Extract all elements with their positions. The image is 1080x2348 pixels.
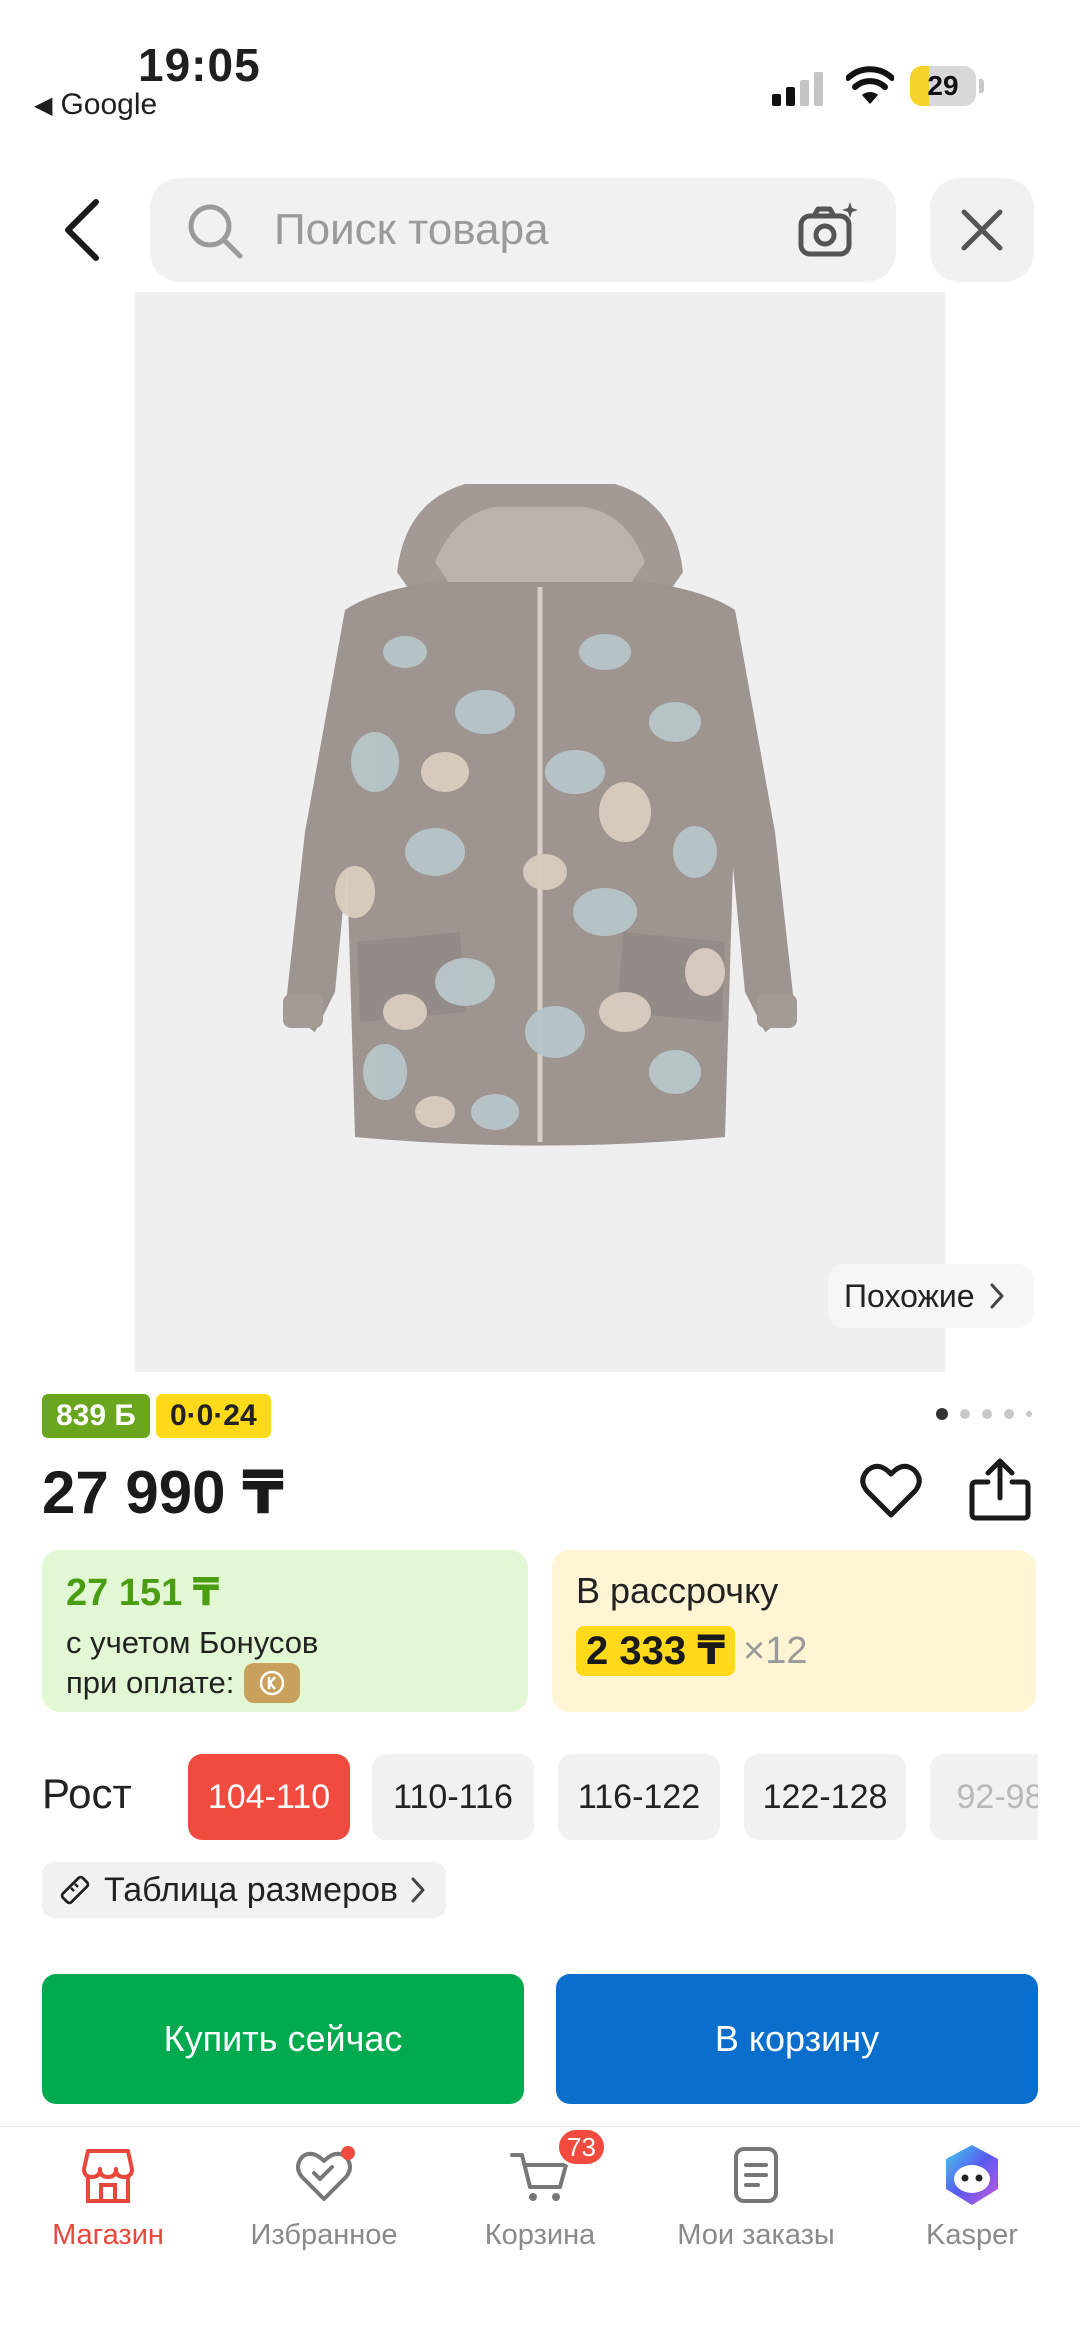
product-price: 27 990 ₸ xyxy=(42,1459,284,1526)
close-icon xyxy=(961,209,1003,251)
tab-cart[interactable]: 73 Корзина xyxy=(432,2127,648,2257)
shop-icon xyxy=(82,2149,134,2203)
camera-search-icon[interactable] xyxy=(798,200,860,260)
bottom-tab-bar: Магазин Избранное 73 Корзина Мои заказы xyxy=(0,2126,1080,2348)
product-image[interactable] xyxy=(135,292,945,1372)
search-input[interactable] xyxy=(274,178,774,282)
add-to-cart-button[interactable]: В корзину xyxy=(556,1974,1038,2104)
battery-icon: 29 xyxy=(910,66,984,106)
tab-label: Избранное xyxy=(250,2219,398,2251)
installment-card[interactable]: В рассрочку 2 333 ₸ ×12 xyxy=(552,1550,1036,1712)
installment-multiplier: ×12 xyxy=(743,1629,808,1672)
similar-label: Похожие xyxy=(844,1277,975,1314)
installment-amount: 2 333 ₸ xyxy=(576,1626,736,1676)
bonus-price-card[interactable]: 27 151 ₸ с учетом Бонусов при оплате: xyxy=(42,1550,528,1712)
ruler-icon xyxy=(60,1875,90,1905)
heart-icon xyxy=(296,2146,355,2201)
battery-percent: 29 xyxy=(927,70,959,101)
size-option[interactable]: 110-116 xyxy=(372,1754,534,1840)
installment-badge: 0·0·24 xyxy=(155,1394,271,1438)
tab-label: Корзина xyxy=(484,2219,596,2251)
tab-label: Магазин xyxy=(52,2219,164,2251)
status-time: 19:05 xyxy=(138,39,261,91)
tab-kasper[interactable]: Kasper xyxy=(864,2127,1080,2257)
wifi-icon xyxy=(846,66,894,104)
back-triangle-icon: ◀ xyxy=(34,91,53,119)
size-option[interactable]: 116-122 xyxy=(558,1754,720,1840)
chevron-left-icon xyxy=(65,199,99,261)
pagination-dot xyxy=(936,1408,948,1420)
search-icon xyxy=(188,204,243,259)
status-bar: 19:05 ◀ Google 29 xyxy=(0,0,1080,150)
kaspi-gold-icon xyxy=(244,1663,301,1703)
installment-title: В рассрочку xyxy=(576,1570,779,1611)
size-option-selected[interactable]: 104-110 xyxy=(188,1754,350,1840)
close-button[interactable] xyxy=(930,178,1034,282)
tab-orders[interactable]: Мои заказы xyxy=(648,2127,864,2257)
cellular-signal-icon xyxy=(772,72,823,106)
size-table-label: Таблица размеров xyxy=(104,1870,398,1909)
tab-label: Kasper xyxy=(926,2219,1018,2251)
bonus-description: с учетом Бонусов xyxy=(66,1625,319,1660)
buy-now-button[interactable]: Купить сейчас xyxy=(42,1974,524,2104)
kasper-icon xyxy=(946,2145,998,2205)
share-icon[interactable] xyxy=(968,1456,1032,1522)
pagination-dot xyxy=(960,1409,970,1419)
jacket-illustration xyxy=(283,484,797,1146)
orders-icon xyxy=(734,2147,778,2203)
size-option-unavailable[interactable]: 92-98 xyxy=(930,1754,1038,1840)
pagination-dot xyxy=(982,1409,992,1419)
tab-shop[interactable]: Магазин xyxy=(0,2127,216,2257)
cart-count-badge: 73 xyxy=(556,2127,607,2167)
back-app-label: Google xyxy=(60,88,158,121)
heart-icon[interactable] xyxy=(860,1462,922,1520)
tab-label: Мои заказы xyxy=(677,2219,835,2251)
search-bar[interactable] xyxy=(150,178,896,282)
chevron-right-icon xyxy=(411,1877,425,1903)
back-button[interactable] xyxy=(50,190,114,270)
size-table-link[interactable]: Таблица размеров xyxy=(42,1862,446,1918)
bonus-payment-label: при оплате: xyxy=(66,1665,235,1700)
size-options: 104-110 110-116 116-122 122-128 92-98 xyxy=(188,1754,1038,1840)
size-option[interactable]: 122-128 xyxy=(744,1754,906,1840)
bonus-badge: 839 Ƃ xyxy=(42,1394,150,1438)
similar-products-button[interactable]: Похожие xyxy=(828,1264,1034,1328)
pagination-dot xyxy=(1026,1411,1032,1417)
tab-favorites[interactable]: Избранное xyxy=(216,2127,432,2257)
size-label: Рост xyxy=(42,1770,132,1817)
promo-badges: 839 Ƃ 0·0·24 xyxy=(42,1394,271,1438)
back-to-app-link[interactable]: ◀ Google xyxy=(34,88,157,122)
chevron-right-icon xyxy=(990,1283,1004,1309)
bonus-price: 27 151 ₸ xyxy=(66,1572,220,1614)
pagination-dot xyxy=(1004,1409,1014,1419)
image-pagination xyxy=(936,1408,1032,1420)
